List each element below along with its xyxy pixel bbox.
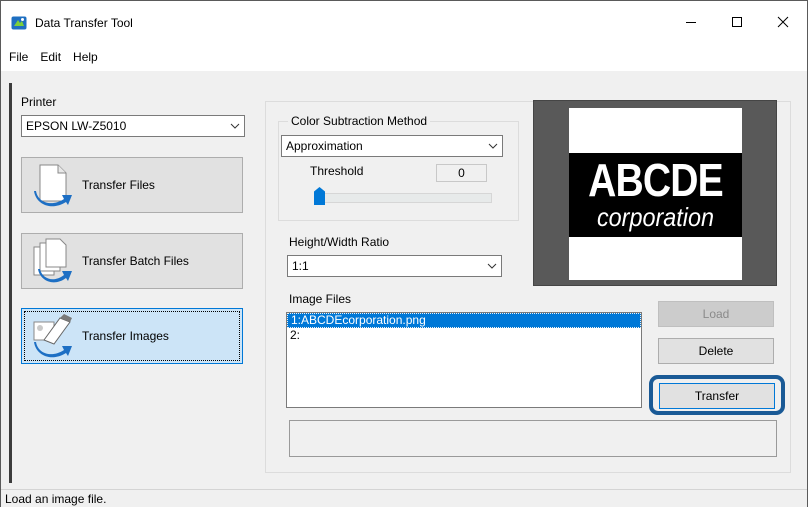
transfer-files-button[interactable]: Transfer Files bbox=[21, 157, 243, 213]
window-title: Data Transfer Tool bbox=[35, 16, 133, 30]
chevron-down-icon bbox=[483, 256, 501, 276]
menu-bar: File Edit Help bbox=[1, 43, 807, 71]
ratio-select[interactable]: 1:1 bbox=[287, 255, 502, 277]
ratio-value: 1:1 bbox=[292, 259, 309, 273]
transfer-batch-files-icon bbox=[30, 237, 78, 285]
chevron-down-icon bbox=[226, 116, 244, 136]
menu-help[interactable]: Help bbox=[73, 50, 104, 64]
transfer-images-label: Transfer Images bbox=[82, 329, 169, 343]
threshold-value: 0 bbox=[436, 164, 487, 182]
status-bar: Load an image file. bbox=[1, 489, 807, 507]
chevron-down-icon bbox=[484, 136, 502, 156]
image-files-list[interactable]: 1:ABCDEcorporation.png 2: bbox=[286, 312, 642, 408]
threshold-slider-track[interactable] bbox=[314, 193, 492, 203]
menu-edit[interactable]: Edit bbox=[40, 50, 67, 64]
app-window: Data Transfer Tool File Edit Help Printe… bbox=[0, 0, 808, 507]
transfer-batch-files-label: Transfer Batch Files bbox=[82, 254, 189, 268]
preview-logo-line2: corporation bbox=[596, 202, 715, 232]
minimize-icon bbox=[686, 22, 696, 23]
transfer-files-label: Transfer Files bbox=[82, 178, 155, 192]
preview-logo-line1: ABCDE bbox=[588, 154, 724, 206]
load-button[interactable]: Load bbox=[658, 301, 774, 327]
color-subtraction-value: Approximation bbox=[286, 139, 363, 153]
maximize-icon bbox=[732, 17, 742, 27]
delete-button[interactable]: Delete bbox=[658, 338, 774, 364]
app-icon bbox=[11, 15, 27, 31]
title-bar[interactable]: Data Transfer Tool bbox=[1, 1, 807, 43]
color-subtraction-title: Color Subtraction Method bbox=[288, 114, 431, 128]
transfer-images-button[interactable]: Transfer Images bbox=[21, 308, 243, 364]
close-icon bbox=[777, 16, 789, 28]
printer-select-value: EPSON LW-Z5010 bbox=[26, 119, 127, 133]
transfer-files-icon bbox=[30, 161, 78, 209]
menu-file[interactable]: File bbox=[9, 50, 34, 64]
message-box bbox=[289, 420, 777, 457]
maximize-button[interactable] bbox=[714, 1, 760, 43]
minimize-button[interactable] bbox=[668, 1, 714, 43]
transfer-images-icon bbox=[30, 312, 78, 360]
close-button[interactable] bbox=[760, 1, 806, 43]
printer-label: Printer bbox=[21, 95, 57, 109]
threshold-label: Threshold bbox=[310, 164, 364, 178]
ratio-label: Height/Width Ratio bbox=[289, 235, 390, 249]
transfer-button[interactable]: Transfer bbox=[659, 383, 775, 409]
printer-select[interactable]: EPSON LW-Z5010 bbox=[21, 115, 245, 137]
list-item[interactable]: 1:ABCDEcorporation.png bbox=[287, 313, 641, 328]
transfer-batch-files-button[interactable]: Transfer Batch Files bbox=[21, 233, 243, 289]
list-item[interactable]: 2: bbox=[287, 328, 641, 342]
image-files-label: Image Files bbox=[289, 292, 352, 306]
color-subtraction-select[interactable]: Approximation bbox=[281, 135, 503, 157]
